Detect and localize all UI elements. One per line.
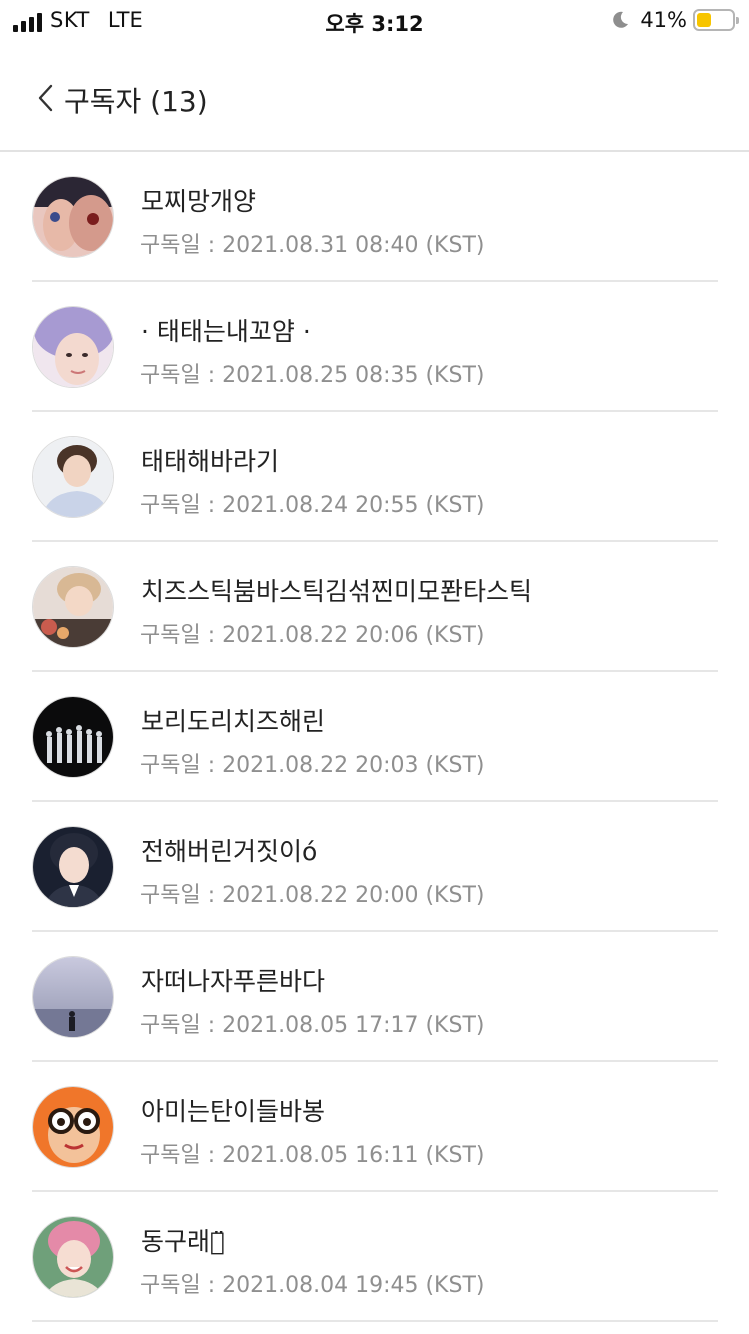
list-item[interactable]: 자떠나자푸른바다 구독일 : 2021.08.05 17:17 (KST): [0, 932, 749, 1062]
subscribe-date: 구독일 : 2021.08.04 19:45 (KST): [140, 1273, 485, 1298]
subscriber-name: 아미는탄이들바봉: [141, 1097, 326, 1126]
list-item[interactable]: · 태태는내꼬얌 · 구독일 : 2021.08.25 08:35 (KST): [0, 282, 749, 412]
chevron-left-icon[interactable]: [34, 82, 60, 114]
list-item[interactable]: 전해버린거짓이ό 구독일 : 2021.08.22 20:00 (KST): [0, 802, 749, 932]
subscriber-name: 태태해바라기: [141, 447, 280, 476]
subscribe-date: 구독일 : 2021.08.22 20:00 (KST): [140, 883, 485, 908]
subscribe-date: 구독일 : 2021.08.05 17:17 (KST): [140, 1013, 485, 1038]
page-title: 구독자 (13): [64, 85, 208, 118]
list-item[interactable]: 치즈스틱붐바스틱김섞찐미모퐌타스틱 구독일 : 2021.08.22 20:06…: [0, 542, 749, 672]
header: 구독자 (13): [0, 42, 749, 152]
status-bar: SKT LTE 오후 3:12 41%: [0, 0, 749, 42]
subscriber-name: 전해버린거짓이ό: [141, 837, 318, 866]
subscriber-name: 치즈스틱붐바스틱김섞찐미모퐌타스틱: [141, 577, 533, 606]
subscriber-name: 자떠나자푸른바다: [141, 967, 326, 996]
list-item[interactable]: 아미는탄이들바봉 구독일 : 2021.08.05 16:11 (KST): [0, 1062, 749, 1192]
list-item[interactable]: 모찌망개양 구독일 : 2021.08.31 08:40 (KST): [0, 152, 749, 282]
subscribe-date: 구독일 : 2021.08.05 16:11 (KST): [140, 1143, 485, 1168]
list-item[interactable]: 동구래미̈ 구독일 : 2021.08.04 19:45 (KST): [0, 1192, 749, 1322]
subscribe-date: 구독일 : 2021.08.22 20:03 (KST): [140, 753, 485, 778]
status-right: 41%: [610, 8, 739, 32]
do-not-disturb-moon-icon: [613, 11, 629, 28]
avatar[interactable]: [32, 1086, 114, 1168]
subscriber-list: 모찌망개양 구독일 : 2021.08.31 08:40 (KST) · 태태는…: [0, 152, 749, 1322]
avatar[interactable]: [32, 1216, 114, 1298]
subscriber-name: 동구래미̈: [141, 1227, 226, 1256]
battery-icon: [693, 9, 739, 31]
list-item[interactable]: 보리도리치즈해린 구독일 : 2021.08.22 20:03 (KST): [0, 672, 749, 802]
subscribe-date: 구독일 : 2021.08.25 08:35 (KST): [140, 363, 485, 388]
avatar[interactable]: [32, 436, 114, 518]
avatar[interactable]: [32, 696, 114, 778]
list-item[interactable]: 태태해바라기 구독일 : 2021.08.24 20:55 (KST): [0, 412, 749, 542]
subscribe-date: 구독일 : 2021.08.24 20:55 (KST): [140, 493, 485, 518]
subscribe-date: 구독일 : 2021.08.31 08:40 (KST): [140, 233, 485, 258]
avatar[interactable]: [32, 566, 114, 648]
battery-level-fill: [697, 13, 711, 27]
subscribe-date: 구독일 : 2021.08.22 20:06 (KST): [140, 623, 485, 648]
battery-percent: 41%: [640, 8, 687, 32]
avatar[interactable]: [32, 826, 114, 908]
subscriber-name: · 태태는내꼬얌 ·: [141, 317, 311, 346]
avatar[interactable]: [32, 176, 114, 258]
subscriber-name: 모찌망개양: [141, 187, 257, 216]
subscriber-name: 보리도리치즈해린: [141, 707, 326, 736]
avatar[interactable]: [32, 306, 114, 388]
avatar[interactable]: [32, 956, 114, 1038]
